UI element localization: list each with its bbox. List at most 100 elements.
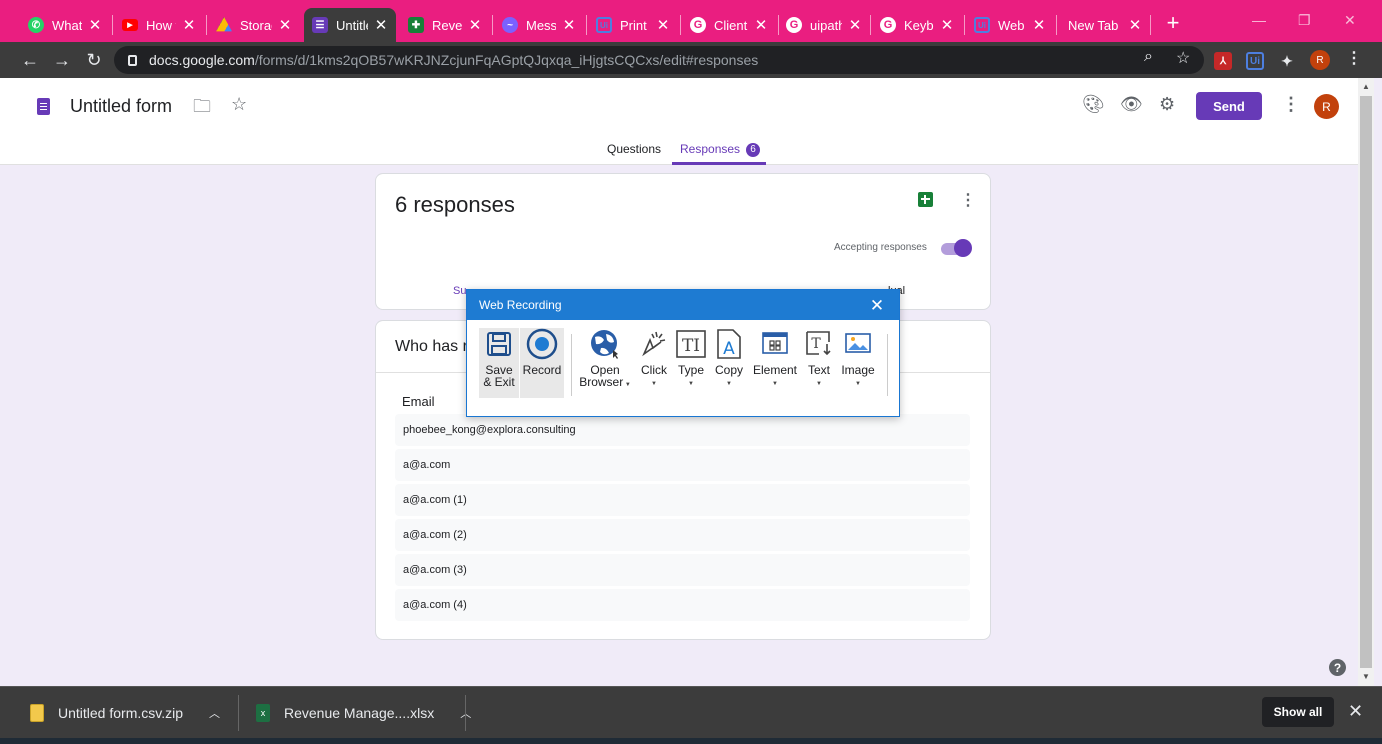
click-button[interactable]: Click ▼	[636, 328, 672, 398]
tab-untitled-form[interactable]: ☰ Untitled form ✕	[304, 8, 396, 42]
tab-uipath[interactable]: G uipath ✕	[778, 8, 870, 42]
tab-new-tab[interactable]: New Tab ✕	[1060, 8, 1150, 42]
close-icon[interactable]: ✕	[278, 16, 292, 34]
google-sheets-icon[interactable]	[918, 192, 933, 207]
close-icon[interactable]: ✕	[656, 16, 670, 34]
folder-icon[interactable]: 🗀	[193, 94, 211, 124]
tab-questions[interactable]: Questions	[607, 142, 661, 156]
element-button[interactable]: Element ▼	[752, 328, 798, 398]
restore-icon[interactable]: ❐	[1298, 12, 1311, 29]
forward-arrow-icon[interactable]: →	[52, 50, 72, 71]
close-icon[interactable]: ✕	[182, 16, 196, 34]
show-all-button[interactable]: Show all	[1262, 697, 1334, 727]
back-arrow-icon[interactable]: ←	[20, 50, 40, 71]
uipath-extension-icon[interactable]: Ui	[1246, 52, 1264, 70]
close-icon[interactable]: ✕	[940, 16, 954, 34]
profile-avatar[interactable]: R	[1310, 50, 1330, 70]
toggle-knob[interactable]	[954, 239, 972, 257]
type-label: Type	[677, 363, 704, 377]
image-label: Image	[841, 363, 875, 377]
tab-divider	[206, 15, 207, 35]
copy-button[interactable]: A Copy ▼	[712, 328, 746, 398]
tab-client[interactable]: G Client ✕	[682, 8, 776, 42]
settings-gear-icon[interactable]: ⚙	[1159, 94, 1175, 115]
pdf-extension-icon[interactable]: ⅄	[1214, 52, 1232, 70]
more-options-icon[interactable]: ⋮	[1282, 94, 1300, 115]
close-shelf-icon[interactable]: ✕	[1348, 701, 1363, 722]
tab-revenue[interactable]: ✚ Revenue ✕	[400, 8, 490, 42]
dropdown-caret-icon: ▼	[855, 381, 861, 387]
tab-summary[interactable]: Su	[453, 285, 466, 297]
type-button[interactable]: TI Type ▼	[674, 328, 708, 398]
dialog-close-icon[interactable]: ✕	[869, 296, 885, 316]
scroll-thumb[interactable]	[1360, 96, 1372, 668]
save-label-2: & Exit	[483, 375, 515, 389]
chrome-menu-icon[interactable]: ⋮	[1346, 48, 1362, 68]
close-icon[interactable]: ✕	[468, 16, 482, 34]
close-icon[interactable]: ✕	[88, 16, 102, 34]
dropdown-caret-icon: ▼	[623, 382, 631, 388]
tab-divider	[680, 15, 681, 35]
google-icon: G	[690, 17, 706, 33]
globe-icon	[589, 328, 621, 360]
download-item[interactable]: x Revenue Manage....xlsx ︿	[256, 699, 471, 727]
palette-icon[interactable]: 🎨︎	[1082, 94, 1105, 115]
response-row: a@a.com	[395, 449, 970, 481]
tab-web-recording[interactable]: Ui Web Rec ✕	[966, 8, 1054, 42]
chevron-up-icon[interactable]: ︿	[209, 705, 220, 721]
dropdown-caret-icon: ▼	[688, 381, 694, 387]
tab-responses-label: Responses	[680, 142, 741, 156]
tab-divider	[870, 15, 871, 35]
help-icon[interactable]: ?	[1329, 659, 1346, 676]
tab-youtube[interactable]: ▶ How to ✕	[114, 8, 204, 42]
close-icon[interactable]: ✕	[374, 16, 388, 34]
new-tab-plus-icon[interactable]: +	[1162, 10, 1184, 36]
preview-eye-icon[interactable]: 👁︎	[1120, 94, 1143, 115]
star-icon[interactable]: ☆	[231, 94, 247, 115]
open-browser-button[interactable]: Open Browser ▼	[579, 328, 631, 398]
tab-divider	[1056, 15, 1057, 35]
save-exit-button[interactable]: Save & Exit	[479, 328, 519, 398]
tab-whatsapp[interactable]: ✆ WhatsApp ✕	[20, 8, 110, 42]
responses-count-title: 6 responses	[395, 192, 515, 217]
google-forms-icon[interactable]	[37, 98, 50, 115]
whatsapp-icon: ✆	[28, 17, 44, 33]
download-item[interactable]: Untitled form.csv.zip ︿	[30, 699, 220, 727]
tab-drive[interactable]: Storage ✕	[208, 8, 300, 42]
responses-more-icon[interactable]: ⋮	[960, 190, 976, 210]
account-avatar[interactable]: R	[1314, 94, 1339, 119]
close-icon[interactable]: ✕	[848, 16, 862, 34]
record-button[interactable]: Record	[520, 328, 564, 398]
close-icon[interactable]: ✕	[754, 16, 768, 34]
text-button[interactable]: T Text ▼	[803, 328, 835, 398]
tab-print[interactable]: Ui Print ✕	[588, 8, 678, 42]
address-bar[interactable]: docs.google.com/forms/d/1kms2qOB57wKRJNZ…	[114, 46, 1204, 74]
send-button[interactable]: Send	[1196, 92, 1262, 120]
tab-title: Revenue	[432, 17, 462, 33]
tab-keyboard[interactable]: G Keyboard ✕	[872, 8, 962, 42]
extensions-puzzle-icon[interactable]: ✦	[1278, 52, 1296, 70]
bookmark-star-icon[interactable]: ☆	[1176, 48, 1190, 68]
image-button[interactable]: Image ▼	[839, 328, 877, 398]
scroll-up-icon[interactable]: ▲	[1362, 82, 1370, 91]
tab-messenger[interactable]: ~ Messenger ✕	[494, 8, 584, 42]
copy-document-icon: A	[713, 328, 745, 360]
scroll-down-icon[interactable]: ▼	[1362, 672, 1370, 681]
divider	[465, 695, 466, 731]
tab-title: How to	[146, 17, 176, 33]
close-icon[interactable]: ✕	[1128, 16, 1142, 34]
zoom-icon[interactable]: ⌕	[1144, 48, 1153, 66]
reload-icon[interactable]: ↻	[84, 50, 104, 71]
close-icon[interactable]: ✕	[562, 16, 576, 34]
form-title[interactable]: Untitled form	[70, 96, 172, 117]
tab-responses[interactable]: Responses 6	[680, 142, 761, 157]
close-icon[interactable]: ✕	[1032, 16, 1046, 34]
record-icon	[526, 328, 558, 360]
window-close-icon[interactable]: ✕	[1344, 12, 1356, 29]
svg-text:TI: TI	[682, 336, 700, 356]
browser-toolbar: ← → ↻ docs.google.com/forms/d/1kms2qOB57…	[0, 42, 1382, 78]
page-scrollbar[interactable]: ▲ ▼	[1358, 78, 1374, 686]
element-label: Element	[752, 363, 798, 377]
active-tab-indicator	[672, 162, 766, 165]
minimize-icon[interactable]: —	[1252, 12, 1266, 28]
